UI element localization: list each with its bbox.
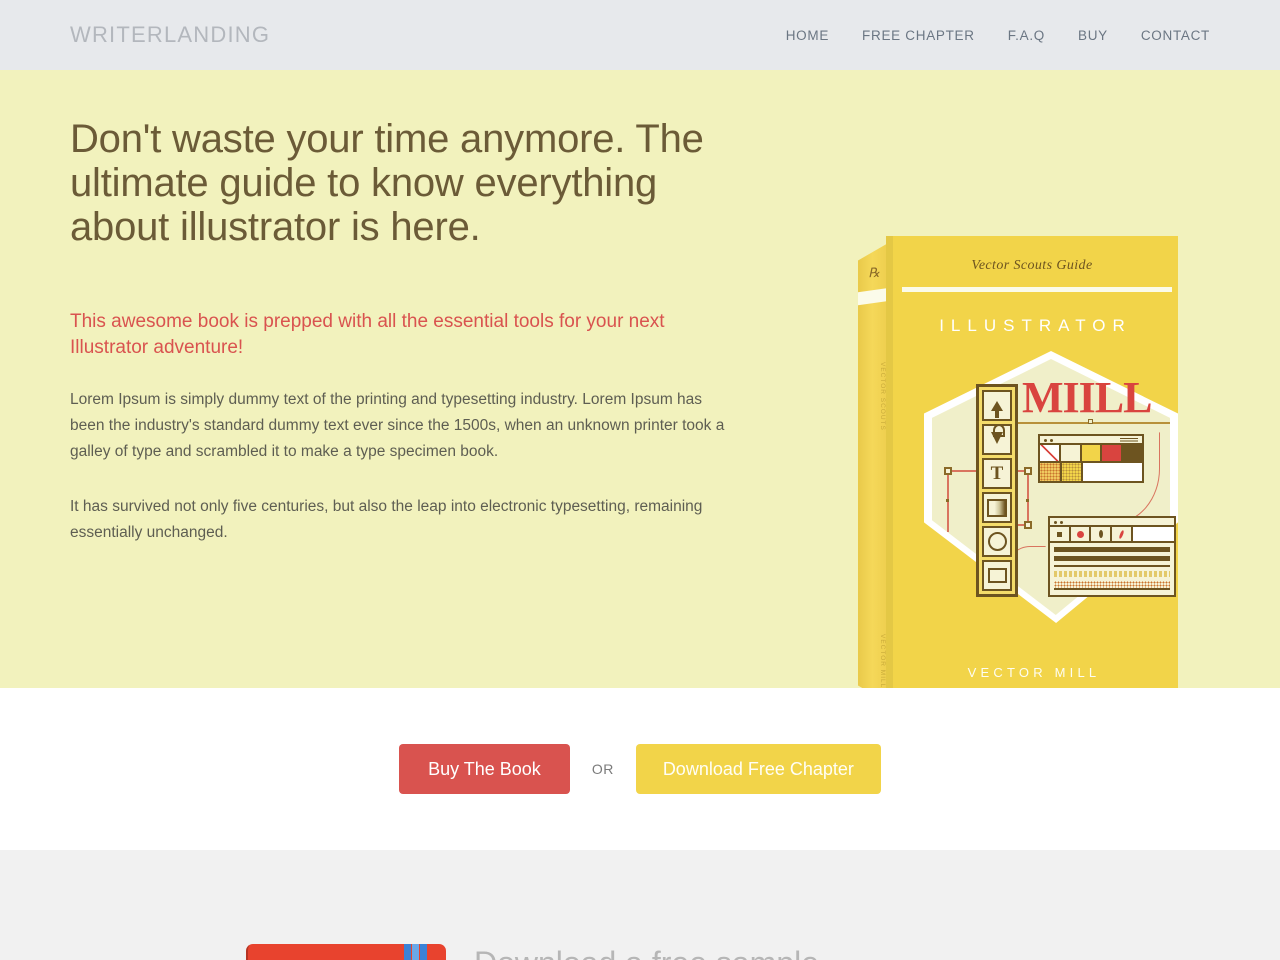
hero-subtitle: This awesome book is prepped with all th… (70, 311, 665, 358)
panel-pattern-block (1054, 581, 1170, 590)
swatch-red (1102, 445, 1124, 461)
sample-book-illustration (246, 944, 446, 960)
panel-line (1054, 556, 1170, 561)
anchor-handle (1024, 467, 1032, 475)
brand-logo[interactable]: WRITERLANDING (70, 22, 270, 48)
swatch-none (1040, 445, 1061, 461)
tool-type-icon: T (982, 458, 1012, 489)
wordmark-underline (1018, 422, 1170, 424)
tool-rectangle-icon (982, 560, 1012, 591)
main-navigation: HOME FREE CHAPTER F.A.Q BUY CONTACT (786, 28, 1210, 43)
swatches-panel (1038, 434, 1144, 483)
path-segment (947, 474, 949, 532)
book-bookmark-tab (420, 944, 427, 960)
hero-section: Don't waste your time anymore. The ultim… (0, 70, 1280, 688)
panel-line (1054, 565, 1170, 567)
book-bookmark-tab (404, 944, 411, 960)
tool-selection-arrow-icon (982, 390, 1012, 421)
hero-copy: Don't waste your time anymore. The ultim… (70, 117, 730, 546)
nav-link-home[interactable]: HOME (786, 28, 829, 43)
swatch-yellow (1081, 445, 1103, 461)
swatch-brown (1123, 445, 1142, 461)
panel-dot-icon (1044, 438, 1047, 442)
panel-square-icon (1050, 527, 1071, 541)
path-point (1026, 499, 1029, 502)
panel-icon-row (1050, 527, 1174, 543)
sample-section-title: Download a free sample (0, 945, 1280, 960)
download-free-chapter-button[interactable]: Download Free Chapter (635, 744, 881, 794)
panel-line (1054, 547, 1170, 552)
hero-title: Don't waste your time anymore. The ultim… (70, 117, 704, 249)
cover-illustration: MIILL T (886, 236, 1178, 688)
panel-dot-icon (1054, 520, 1057, 524)
panel-leaf-icon (1091, 527, 1113, 541)
anchor-handle (1024, 521, 1032, 529)
book-bookmark-tab (412, 944, 419, 960)
properties-panel (1048, 516, 1176, 597)
site-header: WRITERLANDING HOME FREE CHAPTER F.A.Q BU… (0, 0, 1280, 70)
panel-brush-icon (1112, 527, 1133, 541)
spine-text-top: VECTOR SCOUTS (879, 362, 886, 431)
spine-text-bottom: VECTOR MILL (879, 634, 886, 688)
download-sample-section: Download a free sample (0, 850, 1280, 960)
nav-link-contact[interactable]: CONTACT (1141, 28, 1210, 43)
buy-the-book-button[interactable]: Buy The Book (399, 744, 570, 794)
swatch-pattern-orange (1040, 463, 1062, 481)
cover-wordmark: MIILL (1022, 373, 1152, 422)
path-point (946, 499, 949, 502)
nav-link-buy[interactable]: BUY (1078, 28, 1108, 43)
panel-menu-icon (1120, 438, 1138, 443)
panel-dot-icon (1050, 438, 1053, 442)
swatch-row (1040, 445, 1142, 463)
cta-or-label: OR (591, 761, 614, 777)
swatch-row (1040, 463, 1142, 481)
panel-scribble (1054, 571, 1170, 577)
path-segment (952, 470, 978, 472)
swatch-cream (1060, 445, 1082, 461)
book-cover-figure: ℞ VECTOR SCOUTS VECTOR MILL Vector Scout… (782, 88, 1252, 688)
wordmark-anchor-point (1088, 419, 1093, 424)
panel-value-field (1132, 527, 1174, 541)
cover-footer: VECTOR MILL (967, 665, 1101, 680)
panel-dot-icon (1060, 520, 1063, 524)
anchor-handle (944, 467, 952, 475)
panel-circle-icon (1071, 527, 1092, 541)
panel-titlebar (1050, 518, 1174, 527)
tool-pen-icon (982, 424, 1012, 455)
panel-titlebar (1040, 436, 1142, 445)
illustrator-toolbar: T (976, 384, 1018, 597)
nav-link-free-chapter[interactable]: FREE CHAPTER (862, 28, 975, 43)
book-front-cover: Vector Scouts Guide ILLUSTRATOR MIILL T … (886, 236, 1178, 688)
tool-gradient-icon (982, 492, 1012, 523)
nav-link-faq[interactable]: F.A.Q (1008, 28, 1045, 43)
hero-paragraph-2: It has survived not only five centuries,… (70, 498, 703, 541)
book-3d-wrapper: ℞ VECTOR SCOUTS VECTOR MILL Vector Scout… (856, 236, 1186, 688)
swatch-white (1083, 463, 1142, 481)
spine-emblem-icon: ℞ (867, 264, 881, 281)
hero-paragraph-1: Lorem Ipsum is simply dummy text of the … (70, 391, 725, 460)
tool-ellipse-icon (982, 526, 1012, 557)
cta-section: Buy The Book OR Download Free Chapter (0, 688, 1280, 850)
hero-inner: Don't waste your time anymore. The ultim… (0, 70, 1280, 688)
swatch-pattern-yellow (1061, 463, 1084, 481)
